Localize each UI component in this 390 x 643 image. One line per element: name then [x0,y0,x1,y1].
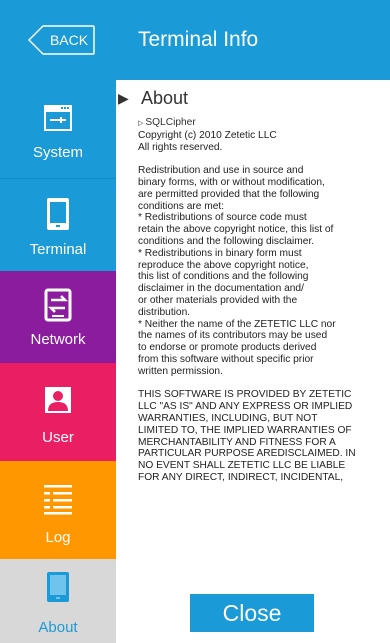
device-info-icon [47,572,69,602]
sidebar-item-label: Log [45,529,71,546]
sidebar-item-label: Network [30,331,86,348]
copyright-text: Copyright (c) 2010 Zetetic LLC All right… [138,129,277,153]
about-panel: ▶ About SQLCipher Copyright (c) 2010 Zet… [116,80,390,643]
sidebar-item-log[interactable]: Log [0,461,116,559]
sidebar-item-network[interactable]: Network [0,271,116,363]
library-name: SQLCipher [138,117,196,128]
title-bar: BACK Terminal Info [0,0,390,80]
page-title: Terminal Info [138,28,259,51]
sidebar-nav: System Terminal Network User Log About [0,80,116,643]
sidebar-item-label: User [42,429,74,446]
sidebar-item-system[interactable]: System [0,80,116,178]
warranty-paragraph: THIS SOFTWARE IS PROVIDED BY ZETETIC LLC… [138,389,356,483]
sidebar-item-label: Terminal [29,241,87,258]
back-button-label: BACK [49,32,89,48]
license-paragraph: Redistribution and use in source and bin… [138,165,336,377]
license-text[interactable]: SQLCipher Copyright (c) 2010 Zetetic LLC… [138,117,388,589]
sidebar-item-about[interactable]: About [0,559,116,643]
expand-triangle-icon: ▶ [118,90,129,106]
system-panel-icon [44,105,72,131]
network-transfer-icon [44,288,72,322]
close-button[interactable]: Close [190,594,314,632]
section-title: About [141,88,189,108]
sidebar-item-label: System [32,144,83,161]
user-portrait-icon [45,387,71,413]
sidebar-item-user[interactable]: User [0,363,116,461]
sidebar-item-label: About [38,619,78,636]
log-list-icon [44,485,72,515]
back-button[interactable]: BACK [27,25,95,55]
tablet-device-icon [47,198,69,230]
sidebar-item-terminal[interactable]: Terminal [0,178,116,271]
